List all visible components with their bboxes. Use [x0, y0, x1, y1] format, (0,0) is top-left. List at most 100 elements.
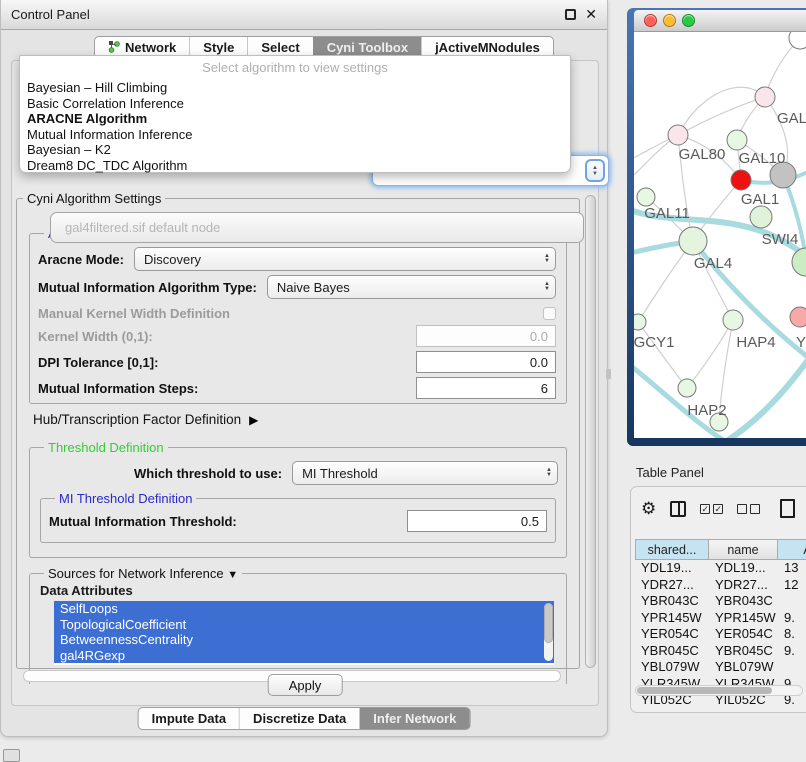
- column-header-name[interactable]: name: [709, 539, 778, 560]
- node-salmon[interactable]: [790, 307, 806, 327]
- node-gal10[interactable]: [727, 130, 747, 150]
- aracne-mode-combo[interactable]: Discovery ▲▼: [134, 247, 556, 271]
- algorithm-option-bayesian-hill-climbing[interactable]: Bayesian – Hill Climbing: [20, 80, 570, 96]
- cyni-bottom-tab-bar: Impute Data Discretize Data Infer Network: [138, 707, 471, 730]
- node-hap4[interactable]: [723, 310, 743, 330]
- node-swi4[interactable]: [750, 206, 772, 228]
- hub-definition-expander[interactable]: Hub/Transcription Factor Definition ▶: [33, 412, 258, 427]
- mi-threshold-definition-legend: MI Threshold Definition: [55, 491, 196, 506]
- node-label-hap2: HAP2: [687, 402, 726, 419]
- kernel-width-field[interactable]: 0.0: [416, 325, 556, 347]
- table-settings-gear-icon[interactable]: ⚙: [641, 500, 656, 517]
- node-label-gcy1: GCY1: [634, 334, 674, 351]
- node-gcy1[interactable]: [634, 314, 646, 330]
- algorithm-option-basic-correlation-inference[interactable]: Basic Correlation Inference: [20, 96, 570, 112]
- table-cell: YPR145W: [709, 610, 778, 627]
- mi-threshold-field[interactable]: 0.5: [407, 510, 547, 532]
- float-window-icon[interactable]: [565, 9, 576, 20]
- table-header-row: shared...nameA: [635, 539, 806, 560]
- control-panel-title: Control Panel: [11, 7, 90, 22]
- table-cell: 12: [778, 577, 806, 594]
- sources-group: Sources for Network Inference ▼ Data Att…: [29, 566, 567, 684]
- select-all-columns-icon[interactable]: ✓✓: [700, 504, 723, 514]
- new-table-icon[interactable]: [780, 499, 795, 518]
- table-row[interactable]: YBR045CYBR045C9.: [635, 643, 806, 660]
- node-gal80[interactable]: [668, 125, 688, 145]
- panel-splitter-handle[interactable]: [606, 369, 611, 379]
- mi-steps-label: Mutual Information Steps:: [38, 381, 198, 396]
- node-big-green[interactable]: [792, 248, 806, 276]
- column-header-a[interactable]: A: [778, 539, 806, 560]
- attribute-item-selfloops[interactable]: SelfLoops: [54, 601, 554, 617]
- window-zoom-icon[interactable]: [682, 14, 695, 27]
- attribute-item-topologicalcoefficient[interactable]: TopologicalCoefficient: [54, 617, 554, 633]
- node-table: shared...nameA YDL19...YDL19...13YDR27..…: [635, 539, 806, 709]
- node-label-gal1: GAL1: [741, 191, 779, 208]
- data-attributes-label: Data Attributes: [40, 583, 558, 598]
- node-white[interactable]: [789, 32, 806, 49]
- table-row[interactable]: YBL079WYBL079W: [635, 659, 806, 676]
- threshold-definition-legend: Threshold Definition: [44, 440, 168, 455]
- data-attributes-list: SelfLoopsTopologicalCoefficientBetweenne…: [54, 601, 554, 665]
- column-header-shared[interactable]: shared...: [635, 539, 709, 560]
- table-row[interactable]: YDR27...YDR27...12: [635, 577, 806, 594]
- node-label-gal10: GAL10: [739, 150, 786, 167]
- dpi-tolerance-label: DPI Tolerance [0,1]:: [38, 355, 158, 370]
- table-row[interactable]: YER054CYER054C8.: [635, 626, 806, 643]
- tab-jactivemnodules-label: jActiveMNodules: [435, 40, 540, 55]
- bottom-tab-discretize-data[interactable]: Discretize Data: [239, 708, 359, 729]
- table-cell: YBL079W: [635, 659, 709, 676]
- algorithm-popup-placeholder: Select algorithm to view settings: [20, 56, 570, 80]
- attribute-item-betweennesscentrality[interactable]: BetweennessCentrality: [54, 632, 554, 648]
- node-pink-top[interactable]: [755, 87, 775, 107]
- node-gal11[interactable]: [637, 188, 655, 206]
- sources-legend[interactable]: Sources for Network Inference ▼: [44, 566, 242, 581]
- table-cell: 9.: [778, 643, 806, 660]
- table-cell: YER054C: [709, 626, 778, 643]
- expand-arrow-icon: ▶: [249, 413, 258, 427]
- mi-type-combo[interactable]: Naive Bayes ▲▼: [267, 275, 556, 299]
- network-edge: [687, 320, 733, 388]
- table-cell: YBR045C: [635, 643, 709, 660]
- control-panel-window: Control Panel ✕ NetworkStyleSelectCyni T…: [0, 0, 608, 737]
- algorithm-option-aracne-algorithm[interactable]: ARACNE Algorithm: [20, 111, 570, 127]
- node-hap2[interactable]: [678, 379, 696, 397]
- table-row[interactable]: YBR043CYBR043C: [635, 593, 806, 610]
- window-minimize-icon[interactable]: [663, 14, 676, 27]
- dpi-tolerance-field[interactable]: 0.0: [416, 351, 556, 373]
- algorithm-option-bayesian-k2[interactable]: Bayesian – K2: [20, 142, 570, 158]
- settings-vertical-scrollbar[interactable]: [584, 193, 597, 707]
- table-cell: YBR045C: [709, 643, 778, 660]
- network-window-titlebar: [634, 10, 806, 32]
- attribute-item-gal4rgexp[interactable]: gal4RGexp: [54, 648, 554, 664]
- close-icon[interactable]: ✕: [585, 9, 597, 20]
- algorithm-popup: Select algorithm to view settings Bayesi…: [19, 55, 571, 173]
- which-threshold-combo[interactable]: MI Threshold ▲▼: [292, 461, 558, 485]
- table-row[interactable]: YPR145WYPR145W9.: [635, 610, 806, 627]
- bottom-tab-infer-network[interactable]: Infer Network: [359, 708, 469, 729]
- table-row[interactable]: YDL19...YDL19...13: [635, 560, 806, 577]
- which-threshold-label: Which threshold to use:: [134, 466, 282, 481]
- mi-steps-field[interactable]: 6: [416, 377, 556, 399]
- bottom-tab-discretize-data-label: Discretize Data: [253, 711, 346, 726]
- apply-button[interactable]: Apply: [268, 674, 343, 696]
- table-cell: [778, 593, 806, 610]
- network-edge: [638, 241, 693, 322]
- node-label-swi4: SWI4: [762, 231, 799, 248]
- list-scrollbar[interactable]: [544, 603, 553, 661]
- network-canvas[interactable]: GALGAL80GAL10GAL1SWI4GAL11GAL4GCY1HAP4YH…: [634, 32, 806, 438]
- aracne-mode-label: Aracne Mode:: [38, 252, 124, 267]
- table-source-combo[interactable]: gal4filtered.sif default node: [50, 212, 584, 243]
- manual-kernel-checkbox[interactable]: [543, 307, 556, 320]
- deselect-all-columns-icon[interactable]: [737, 504, 760, 514]
- column-view-icon[interactable]: [670, 501, 686, 517]
- window-close-icon[interactable]: [644, 14, 657, 27]
- algorithm-option-dream8-dc-tdc-algorithm[interactable]: Dream8 DC_TDC Algorithm: [20, 158, 570, 174]
- node-gal4[interactable]: [679, 227, 707, 255]
- table-horizontal-scrollbar[interactable]: [635, 685, 803, 696]
- bottom-tab-impute-data[interactable]: Impute Data: [139, 708, 239, 729]
- node-gal1-red[interactable]: [731, 170, 751, 190]
- algorithm-option-mutual-information-inference[interactable]: Mutual Information Inference: [20, 127, 570, 143]
- minimized-panel-icon[interactable]: [3, 749, 20, 762]
- table-cell: YPR145W: [635, 610, 709, 627]
